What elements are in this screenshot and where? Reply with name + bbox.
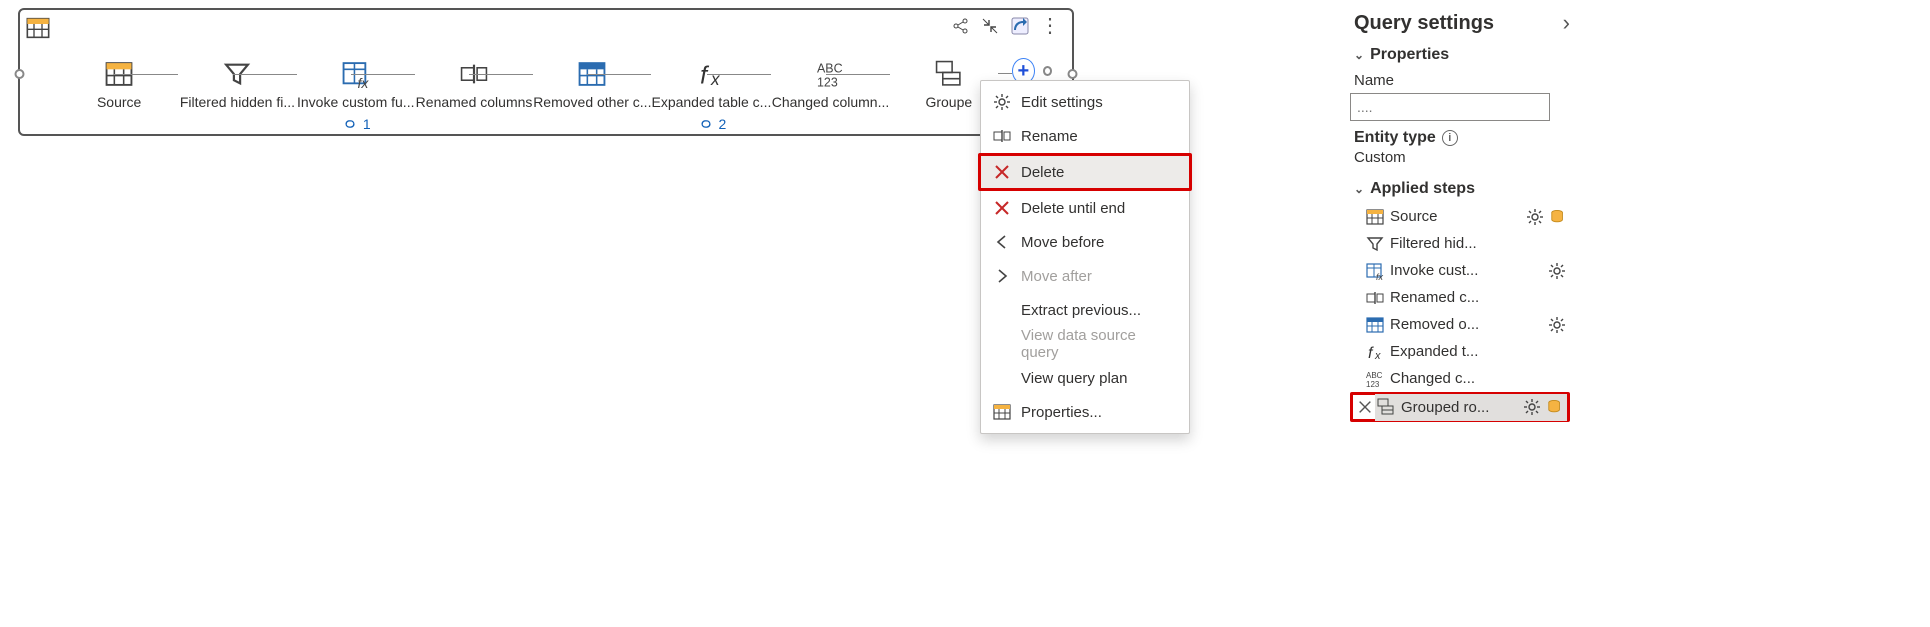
step-label: Changed column... xyxy=(772,94,890,110)
step-label: Renamed columns xyxy=(416,94,533,110)
fx-icon xyxy=(1366,343,1384,361)
name-input[interactable] xyxy=(1350,93,1550,121)
database-icon xyxy=(1547,399,1563,415)
gear-icon[interactable] xyxy=(1523,398,1541,416)
link-badge[interactable]: 1 xyxy=(341,116,371,132)
applied-step-5[interactable]: Expanded t... xyxy=(1350,338,1570,365)
applied-step-label: Grouped ro... xyxy=(1401,399,1517,416)
canvas-handle-right[interactable] xyxy=(1068,69,1078,79)
link-badge[interactable]: 2 xyxy=(697,116,727,132)
chev-l-icon xyxy=(993,233,1011,251)
table-fx-icon xyxy=(1366,262,1384,280)
context-menu-label: Move after xyxy=(1021,268,1092,285)
canvas-step-changed[interactable]: Changed column... xyxy=(771,58,889,110)
blank-icon xyxy=(993,335,1011,353)
context-menu-before[interactable]: Move before xyxy=(981,225,1189,259)
group-icon xyxy=(930,58,968,90)
applied-step-label: Source xyxy=(1390,208,1520,225)
share-icon[interactable] xyxy=(950,16,970,36)
blank-icon xyxy=(993,369,1011,387)
table-icon xyxy=(1366,208,1384,226)
gear-icon[interactable] xyxy=(1548,262,1566,280)
context-menu-rename[interactable]: Rename xyxy=(981,119,1189,153)
applied-step-label: Changed c... xyxy=(1390,370,1566,387)
context-menu-label: View data source query xyxy=(1021,327,1177,361)
abc123-icon xyxy=(1366,370,1384,388)
properties-section-toggle[interactable]: ⌄Properties xyxy=(1350,42,1570,68)
gear-icon[interactable] xyxy=(1526,208,1544,226)
name-label: Name xyxy=(1350,68,1570,93)
table-icon xyxy=(26,16,50,40)
applied-step-label: Removed o... xyxy=(1390,316,1542,333)
applied-step-label: Invoke cust... xyxy=(1390,262,1542,279)
powerquery-icon[interactable] xyxy=(1010,16,1030,36)
canvas-step-filtered[interactable]: Filtered hidden fi... xyxy=(178,58,296,110)
step-label: Invoke custom fu... xyxy=(297,94,415,110)
panel-title: Query settings xyxy=(1354,12,1494,35)
canvas-step-renamed[interactable]: Renamed columns xyxy=(415,58,533,110)
rename-icon xyxy=(1366,289,1384,307)
applied-step-label: Expanded t... xyxy=(1390,343,1566,360)
x-red-icon xyxy=(993,199,1011,217)
database-icon xyxy=(1550,209,1566,225)
applied-step-3[interactable]: Renamed c... xyxy=(1350,284,1570,311)
context-menu-label: Properties... xyxy=(1021,404,1102,421)
chevron-right-icon[interactable]: › xyxy=(1563,10,1570,36)
context-menu-deluntil[interactable]: Delete until end xyxy=(981,191,1189,225)
context-menu-label: Extract previous... xyxy=(1021,302,1141,319)
context-menu-plan[interactable]: View query plan xyxy=(981,361,1189,395)
context-menu-edit[interactable]: Edit settings xyxy=(981,85,1189,119)
gear-icon[interactable] xyxy=(1548,316,1566,334)
applied-step-7[interactable]: Grouped ro... xyxy=(1375,394,1567,421)
context-menu: Edit settings Rename Delete Delete until en… xyxy=(980,80,1190,434)
step-label: Expanded table c... xyxy=(651,94,771,110)
context-menu-label: Delete xyxy=(1021,164,1064,181)
chev-r-icon xyxy=(993,267,1011,285)
step-label: Source xyxy=(97,94,141,110)
x-red-icon xyxy=(993,163,1011,181)
canvas-step-expanded[interactable]: Expanded table c... 2 xyxy=(651,58,771,132)
context-menu-delete[interactable]: Delete xyxy=(981,156,1189,188)
info-icon[interactable]: i xyxy=(1442,130,1458,146)
context-menu-label: Delete until end xyxy=(1021,200,1125,217)
context-menu-props[interactable]: Properties... xyxy=(981,395,1189,429)
step-label: Groupe xyxy=(925,94,972,110)
group-icon xyxy=(1377,398,1395,416)
applied-step-label: Renamed c... xyxy=(1390,289,1566,306)
blank-icon xyxy=(993,301,1011,319)
rename-icon xyxy=(993,127,1011,145)
applied-step-label: Filtered hid... xyxy=(1390,235,1566,252)
table-blue-icon xyxy=(1366,316,1384,334)
step-label: Filtered hidden fi... xyxy=(180,94,295,110)
compress-icon[interactable] xyxy=(980,16,1000,36)
context-menu-extract[interactable]: Extract previous... xyxy=(981,293,1189,327)
applied-step-2[interactable]: Invoke cust... xyxy=(1350,257,1570,284)
context-menu-after: Move after xyxy=(981,259,1189,293)
canvas-step-source[interactable]: Source xyxy=(60,58,178,110)
context-menu-dsq: View data source query xyxy=(981,327,1189,361)
step-label: Removed other c... xyxy=(533,94,651,110)
applied-step-0[interactable]: Source xyxy=(1350,203,1570,230)
query-settings-panel: Query settings › ⌄Properties Name Entity… xyxy=(1350,0,1570,422)
context-menu-label: Move before xyxy=(1021,234,1104,251)
applied-steps-toggle[interactable]: ⌄Applied steps xyxy=(1350,176,1570,202)
canvas-step-removed[interactable]: Removed other c... xyxy=(533,58,651,110)
context-menu-label: View query plan xyxy=(1021,370,1127,387)
context-menu-label: Edit settings xyxy=(1021,94,1103,111)
canvas-handle-left[interactable] xyxy=(15,69,25,79)
canvas-frame: ⋮ Source Filtered hidden fi...Invoke cust… xyxy=(18,8,1074,136)
funnel-icon xyxy=(1366,235,1384,253)
applied-step-4[interactable]: Removed o... xyxy=(1350,311,1570,338)
close-icon[interactable] xyxy=(1357,399,1373,415)
kebab-icon[interactable]: ⋮ xyxy=(1040,16,1060,36)
context-menu-label: Rename xyxy=(1021,128,1078,145)
applied-step-6[interactable]: Changed c... xyxy=(1350,365,1570,392)
entity-type-value: Custom xyxy=(1350,147,1570,176)
applied-step-1[interactable]: Filtered hid... xyxy=(1350,230,1570,257)
table-icon xyxy=(993,403,1011,421)
gear-icon xyxy=(993,93,1011,111)
entity-type-label: Entity type xyxy=(1354,129,1436,147)
canvas-step-invoke[interactable]: Invoke custom fu... 1 xyxy=(297,58,415,132)
